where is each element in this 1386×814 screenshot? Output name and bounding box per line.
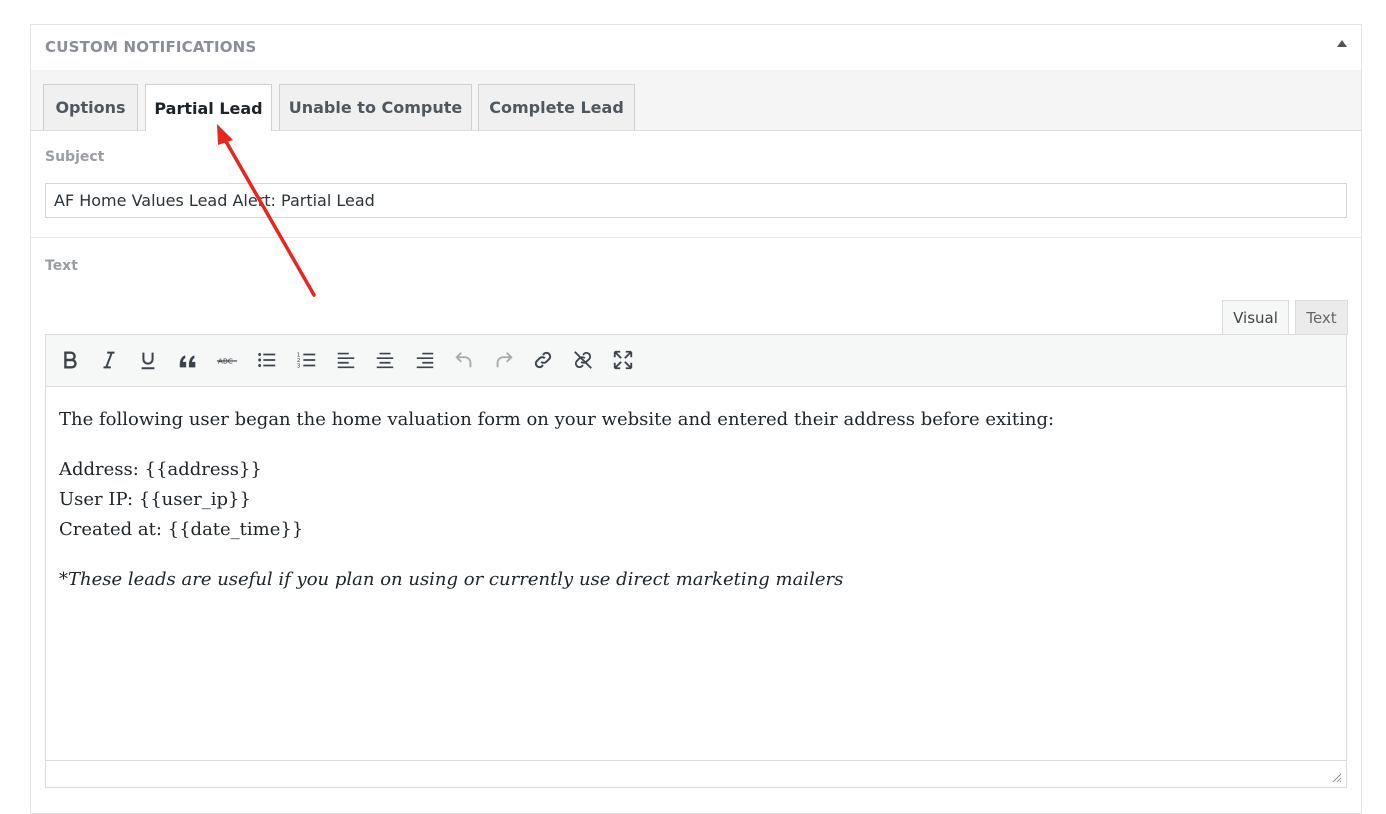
text-mode-tab[interactable]: Text: [1295, 300, 1348, 335]
tab-partial-lead[interactable]: Partial Lead: [145, 84, 272, 131]
resize-handle-icon[interactable]: [1330, 771, 1342, 783]
italic-icon[interactable]: [94, 345, 124, 375]
tab-options[interactable]: Options: [43, 84, 138, 130]
rich-text-editor: ABC 123 The following user began the hom…: [45, 334, 1347, 788]
bulleted-list-icon[interactable]: [252, 345, 282, 375]
undo-icon[interactable]: [449, 345, 479, 375]
editor-content[interactable]: The following user began the home valuat…: [59, 405, 1333, 615]
tab-unable-to-compute[interactable]: Unable to Compute: [279, 84, 472, 130]
content-user-ip: User IP: {{user_ip}}: [59, 489, 251, 510]
section-divider: [31, 237, 1361, 238]
bold-icon[interactable]: [55, 345, 85, 375]
tab-complete-lead[interactable]: Complete Lead: [478, 84, 635, 130]
visual-mode-label: Visual: [1233, 309, 1278, 327]
content-note: *These leads are useful if you plan on u…: [59, 569, 844, 590]
align-right-icon[interactable]: [410, 345, 440, 375]
text-mode-label: Text: [1306, 309, 1337, 327]
collapse-triangle-icon[interactable]: [1337, 40, 1347, 47]
content-note-paragraph: *These leads are useful if you plan on u…: [59, 565, 1333, 595]
blockquote-icon[interactable]: [173, 345, 203, 375]
content-created-at: Created at: {{date_time}}: [59, 519, 304, 540]
underline-icon[interactable]: [133, 345, 163, 375]
redo-icon[interactable]: [489, 345, 519, 375]
tab-label: Partial Lead: [154, 98, 263, 118]
svg-text:3: 3: [297, 363, 301, 369]
content-details: Address: {{address}} User IP: {{user_ip}…: [59, 455, 1333, 545]
notification-tabs: Options Partial Lead Unable to Compute C…: [31, 70, 1361, 131]
align-center-icon[interactable]: [370, 345, 400, 375]
editor-statusbar: [46, 760, 1346, 787]
link-icon[interactable]: [528, 345, 558, 375]
content-address: Address: {{address}}: [59, 459, 262, 480]
subject-input[interactable]: [45, 183, 1347, 218]
visual-mode-tab[interactable]: Visual: [1222, 300, 1289, 335]
tab-label: Unable to Compute: [288, 98, 463, 117]
subject-label: Subject: [45, 149, 105, 165]
numbered-list-icon[interactable]: 123: [292, 345, 322, 375]
align-left-icon[interactable]: [331, 345, 361, 375]
content-intro: The following user began the home valuat…: [59, 409, 1055, 430]
strikethrough-icon[interactable]: ABC: [212, 345, 242, 375]
fullscreen-icon[interactable]: [608, 345, 638, 375]
tab-label: Options: [55, 98, 126, 117]
panel-header[interactable]: CUSTOM NOTIFICATIONS: [31, 25, 1361, 71]
custom-notifications-panel: CUSTOM NOTIFICATIONS Options Partial Lea…: [30, 24, 1362, 814]
panel-title: CUSTOM NOTIFICATIONS: [45, 38, 257, 56]
editor-toolbar: ABC 123: [46, 335, 1346, 387]
unlink-icon[interactable]: [568, 345, 598, 375]
tab-label: Complete Lead: [489, 98, 624, 117]
text-label: Text: [45, 258, 78, 274]
